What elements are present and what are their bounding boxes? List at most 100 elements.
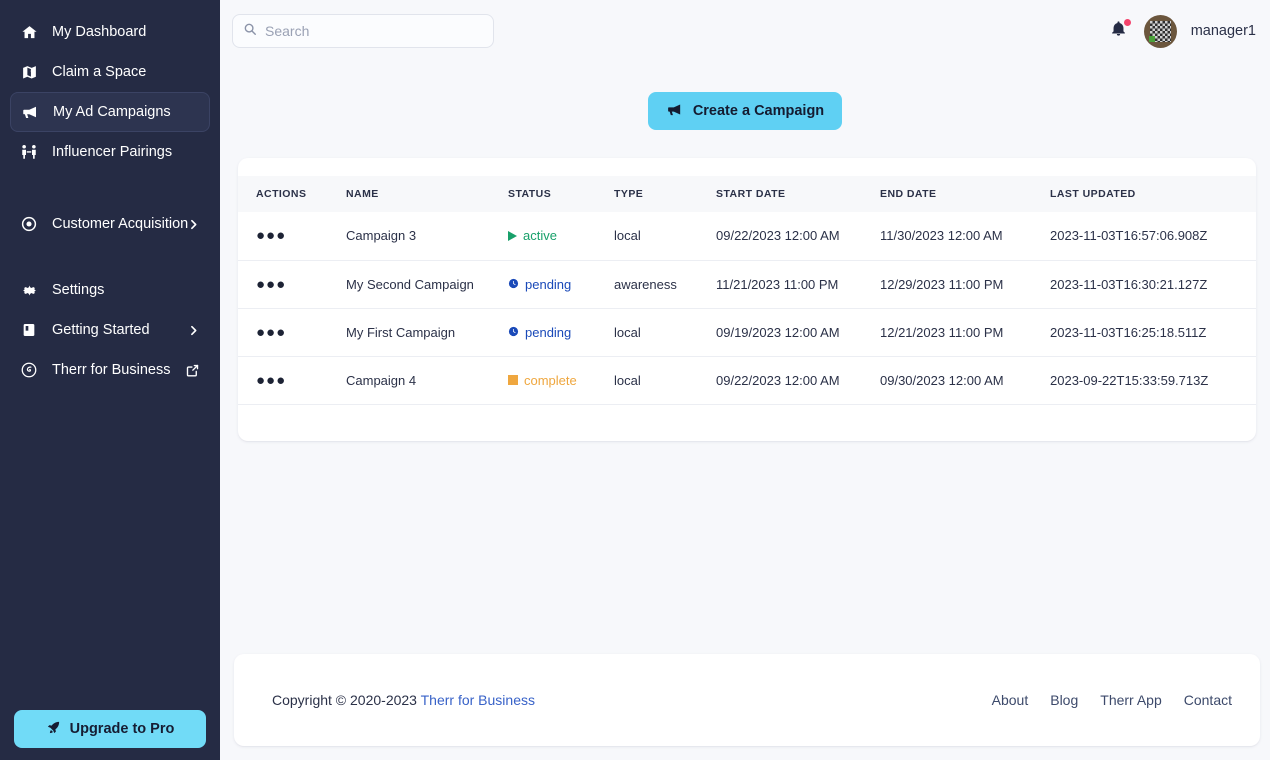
row-status-cell: pending — [508, 260, 614, 309]
row-name-cell: My First Campaign — [346, 308, 508, 357]
row-end-date-cell: 12/21/2023 11:00 PM — [880, 308, 1050, 357]
row-actions-cell: ●●● — [238, 356, 346, 405]
sidebar-item-my-dashboard[interactable]: My Dashboard — [10, 12, 210, 52]
status-badge: active — [523, 228, 557, 243]
upgrade-to-pro-button[interactable]: Upgrade to Pro — [14, 710, 206, 748]
row-actions-menu-button[interactable]: ●●● — [256, 277, 286, 292]
sidebar-item-getting-started[interactable]: Getting Started — [10, 310, 210, 350]
status-badge: pending — [525, 324, 572, 340]
row-name-cell: Campaign 4 — [346, 356, 508, 405]
sidebar-item-settings[interactable]: Settings — [10, 270, 210, 310]
row-type-cell: local — [614, 212, 716, 261]
row-status-cell: complete — [508, 356, 614, 405]
megaphone-icon — [19, 102, 41, 122]
row-type-cell: awareness — [614, 260, 716, 309]
footer-link-therr-app[interactable]: Therr App — [1100, 692, 1161, 708]
table-row[interactable]: ●●● My Second Campaign pending awareness… — [238, 260, 1256, 309]
footer: Copyright © 2020-2023 Therr for Business… — [234, 654, 1260, 746]
target-icon — [18, 214, 40, 234]
sidebar-item-label: Influencer Pairings — [52, 144, 173, 160]
row-status-cell: pending — [508, 308, 614, 357]
table-row[interactable]: ●●● Campaign 3 active local 09/22/2023 1… — [238, 212, 1256, 261]
row-actions-cell: ●●● — [238, 260, 346, 309]
row-end-date-cell: 11/30/2023 12:00 AM — [880, 212, 1050, 261]
sidebar-item-label: Claim a Space — [52, 64, 147, 80]
create-campaign-button[interactable]: Create a Campaign — [647, 92, 843, 130]
campaigns-card: Actions Name Status Type Start Date End … — [238, 158, 1256, 441]
chevron-right-icon[interactable] — [187, 324, 200, 337]
chevron-right-icon[interactable] — [187, 218, 200, 231]
status-badge: pending — [525, 276, 572, 292]
avatar-accent — [1148, 35, 1155, 42]
search-icon — [243, 22, 257, 41]
megaphone-icon — [666, 101, 683, 122]
therr-logo-icon — [18, 360, 40, 380]
clock-icon — [508, 277, 519, 292]
upgrade-section: Upgrade to Pro — [0, 710, 220, 748]
footer-link-about[interactable]: About — [992, 692, 1029, 708]
notifications-button[interactable] — [1108, 19, 1131, 43]
sidebar-item-my-ad-campaigns[interactable]: My Ad Campaigns — [10, 92, 210, 132]
sidebar-divider-space-1 — [0, 172, 220, 204]
column-header-last-updated: Last Updated — [1050, 176, 1256, 212]
footer-link-contact[interactable]: Contact — [1184, 692, 1232, 708]
search-box[interactable] — [232, 14, 494, 48]
avatar[interactable] — [1143, 14, 1177, 48]
row-start-date-cell: 11/21/2023 11:00 PM — [716, 260, 880, 309]
sidebar-item-claim-a-space[interactable]: Claim a Space — [10, 52, 210, 92]
sidebar-item-therr-for-business[interactable]: Therr for Business — [10, 350, 210, 390]
gear-icon — [18, 280, 40, 300]
row-start-date-cell: 09/19/2023 12:00 AM — [716, 308, 880, 357]
column-header-status: Status — [508, 176, 614, 212]
upgrade-to-pro-label: Upgrade to Pro — [69, 721, 175, 737]
sidebar-item-label: Getting Started — [52, 322, 150, 338]
row-end-date-cell: 09/30/2023 12:00 AM — [880, 356, 1050, 405]
clock-icon — [508, 325, 519, 340]
search-input[interactable] — [265, 23, 483, 39]
top-bar-right: manager1 — [1108, 14, 1256, 48]
column-header-start-date: Start Date — [716, 176, 880, 212]
row-actions-menu-button[interactable]: ●●● — [256, 373, 286, 388]
row-name-cell: My Second Campaign — [346, 260, 508, 309]
row-end-date-cell: 12/29/2023 11:00 PM — [880, 260, 1050, 309]
play-triangle-icon — [508, 230, 517, 241]
sidebar-item-influencer-pairings[interactable]: Influencer Pairings — [10, 132, 210, 172]
main-area: manager1 Create a Campaign — [220, 0, 1270, 760]
therr-for-business-link[interactable]: Therr for Business — [421, 692, 535, 708]
sidebar-item-label: My Dashboard — [52, 24, 147, 40]
create-campaign-label: Create a Campaign — [692, 103, 825, 119]
copyright-prefix: Copyright © 2020-2023 — [272, 692, 421, 708]
map-icon — [18, 62, 40, 82]
row-last-updated-cell: 2023-09-22T15:33:59.713Z — [1050, 356, 1256, 405]
sidebar: My Dashboard Claim a Space My Ad Campaig… — [0, 0, 220, 760]
sidebar-item-label: Customer Acquisition — [52, 216, 189, 232]
row-actions-menu-button[interactable]: ●●● — [256, 228, 286, 243]
table-row[interactable]: ●●● My First Campaign pending local 09/1… — [238, 308, 1256, 357]
table-row[interactable]: ●●● Campaign 4 complete local 09/22/2023… — [238, 356, 1256, 405]
external-link-icon[interactable] — [185, 363, 200, 378]
campaigns-table: Actions Name Status Type Start Date End … — [238, 176, 1256, 405]
rocket-icon — [46, 720, 61, 739]
footer-links: About Blog Therr App Contact — [992, 692, 1232, 708]
top-bar: manager1 — [220, 0, 1270, 62]
sidebar-item-customer-acquisition[interactable]: Customer Acquisition — [10, 204, 210, 244]
row-actions-menu-button[interactable]: ●●● — [256, 325, 286, 340]
app-root: My Dashboard Claim a Space My Ad Campaig… — [0, 0, 1270, 760]
copyright-text: Copyright © 2020-2023 Therr for Business — [272, 692, 535, 708]
username-label: manager1 — [1190, 23, 1256, 39]
row-last-updated-cell: 2023-11-03T16:30:21.127Z — [1050, 260, 1256, 309]
status-badge: complete — [524, 372, 577, 388]
column-header-type: Type — [614, 176, 716, 212]
square-icon — [508, 375, 518, 385]
sidebar-item-label: My Ad Campaigns — [53, 104, 171, 120]
sidebar-divider-space-2 — [0, 244, 220, 270]
row-actions-cell: ●●● — [238, 212, 346, 261]
notification-badge-dot — [1123, 19, 1131, 26]
table-header: Actions Name Status Type Start Date End … — [238, 176, 1256, 212]
column-header-name: Name — [346, 176, 508, 212]
row-last-updated-cell: 2023-11-03T16:57:06.908Z — [1050, 212, 1256, 261]
footer-link-blog[interactable]: Blog — [1050, 692, 1078, 708]
content-area: Create a Campaign Actions Name Status T — [220, 62, 1270, 654]
sidebar-item-label: Settings — [52, 282, 105, 298]
column-header-actions: Actions — [238, 176, 346, 212]
